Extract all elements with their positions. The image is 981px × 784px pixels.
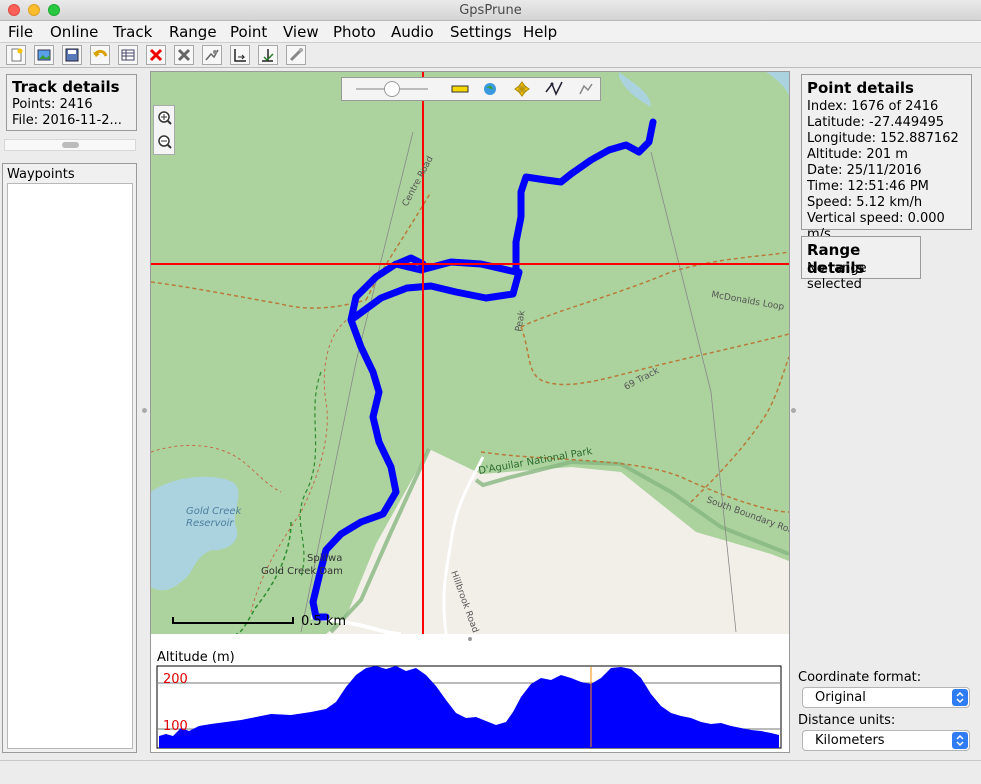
right-splitter-dot[interactable] [791, 408, 796, 413]
save-icon[interactable] [62, 45, 82, 65]
menu-bar: File Online Track Range Point View Photo… [0, 21, 981, 43]
chevron-updown-icon [952, 689, 968, 706]
waypoints-panel: Waypoints [2, 163, 137, 753]
scale-label: 0.5 km [301, 614, 346, 629]
menu-view[interactable]: View [283, 23, 319, 41]
menu-range[interactable]: Range [169, 23, 217, 41]
coordinate-format-value: Original [815, 690, 866, 705]
point-date: Date: 25/11/2016 [807, 163, 922, 178]
waypoints-title: Waypoints [7, 167, 75, 182]
panel-splitter[interactable] [4, 139, 136, 151]
status-bar [0, 760, 981, 784]
point-time: Time: 12:51:46 PM [807, 179, 929, 194]
map-tool-bar [341, 77, 601, 101]
set-range-start-icon[interactable] [230, 45, 250, 65]
map-splitter-dot[interactable] [468, 637, 472, 641]
point-altitude: Altitude: 201 m [807, 147, 908, 162]
menu-help[interactable]: Help [523, 23, 557, 41]
range-details-panel: Range details No range selected [801, 236, 921, 292]
menu-audio[interactable]: Audio [391, 23, 434, 41]
altitude-tick-200: 200 [163, 672, 188, 687]
distance-units-value: Kilometers [815, 733, 885, 748]
splitter-handle[interactable] [62, 142, 79, 148]
autopan-icon[interactable] [545, 81, 563, 96]
zoom-out-icon[interactable] [158, 135, 172, 149]
window-title: GpsPrune [459, 3, 522, 18]
globe-icon[interactable] [484, 83, 496, 95]
menu-file[interactable]: File [8, 23, 33, 41]
connect-icon[interactable] [286, 45, 306, 65]
coordinate-format-dropdown[interactable]: Original [802, 687, 970, 708]
menu-settings[interactable]: Settings [450, 23, 512, 41]
track-points-count: Points: 2416 [12, 97, 93, 112]
left-splitter-dot[interactable] [142, 408, 147, 413]
load-photo-icon[interactable] [34, 45, 54, 65]
track-details-panel: Track details Points: 2416 File: 2016-11… [6, 74, 137, 131]
point-details-panel: Point details Index: 1676 of 2416 Latitu… [801, 74, 972, 242]
altitude-tick-100: 100 [163, 719, 188, 734]
zoom-controls [153, 105, 175, 155]
set-range-end-icon[interactable] [258, 45, 278, 65]
point-index: Index: 1676 of 2416 [807, 99, 939, 114]
chevron-updown-icon [952, 732, 968, 749]
undo-icon[interactable] [90, 45, 110, 65]
pan-icon[interactable] [514, 81, 530, 97]
menu-point[interactable]: Point [230, 23, 267, 41]
map-view[interactable]: Centre Road McDonalds Loop 69 Track D'Ag… [150, 71, 790, 753]
point-latitude: Latitude: -27.449495 [807, 115, 945, 130]
point-speed: Speed: 5.12 km/h [807, 195, 923, 210]
table-icon[interactable] [118, 45, 138, 65]
distance-units-dropdown[interactable]: Kilometers [802, 730, 970, 751]
new-file-icon[interactable] [6, 45, 26, 65]
title-bar: GpsPrune [0, 0, 981, 21]
toolbar [0, 43, 981, 68]
delete-range-icon[interactable] [174, 45, 194, 65]
coordinate-format-label: Coordinate format: [798, 670, 922, 685]
scale-toggle-icon[interactable] [451, 85, 469, 93]
delete-point-icon[interactable] [146, 45, 166, 65]
distance-units-label: Distance units: [798, 713, 896, 728]
compress-icon[interactable] [202, 45, 222, 65]
zoom-in-icon[interactable] [158, 111, 172, 125]
point-longitude: Longitude: 152.887162 [807, 131, 959, 146]
altitude-title: Altitude (m) [157, 650, 235, 665]
menu-track[interactable]: Track [113, 23, 152, 41]
track-file-name: File: 2016-11-2... [12, 113, 122, 128]
edit-mode-icon[interactable] [579, 83, 593, 95]
track-details-title: Track details [12, 78, 120, 96]
label-dam: Gold Creek Dam [261, 566, 343, 577]
map-canvas[interactable]: Centre Road McDonalds Loop 69 Track D'Ag… [151, 72, 789, 752]
point-details-title: Point details [807, 79, 914, 97]
menu-photo[interactable]: Photo [333, 23, 376, 41]
menu-online[interactable]: Online [50, 23, 98, 41]
label-spillway: Spillwa [307, 553, 342, 564]
waypoints-list[interactable] [7, 183, 133, 749]
range-status: No range selected [807, 261, 867, 292]
